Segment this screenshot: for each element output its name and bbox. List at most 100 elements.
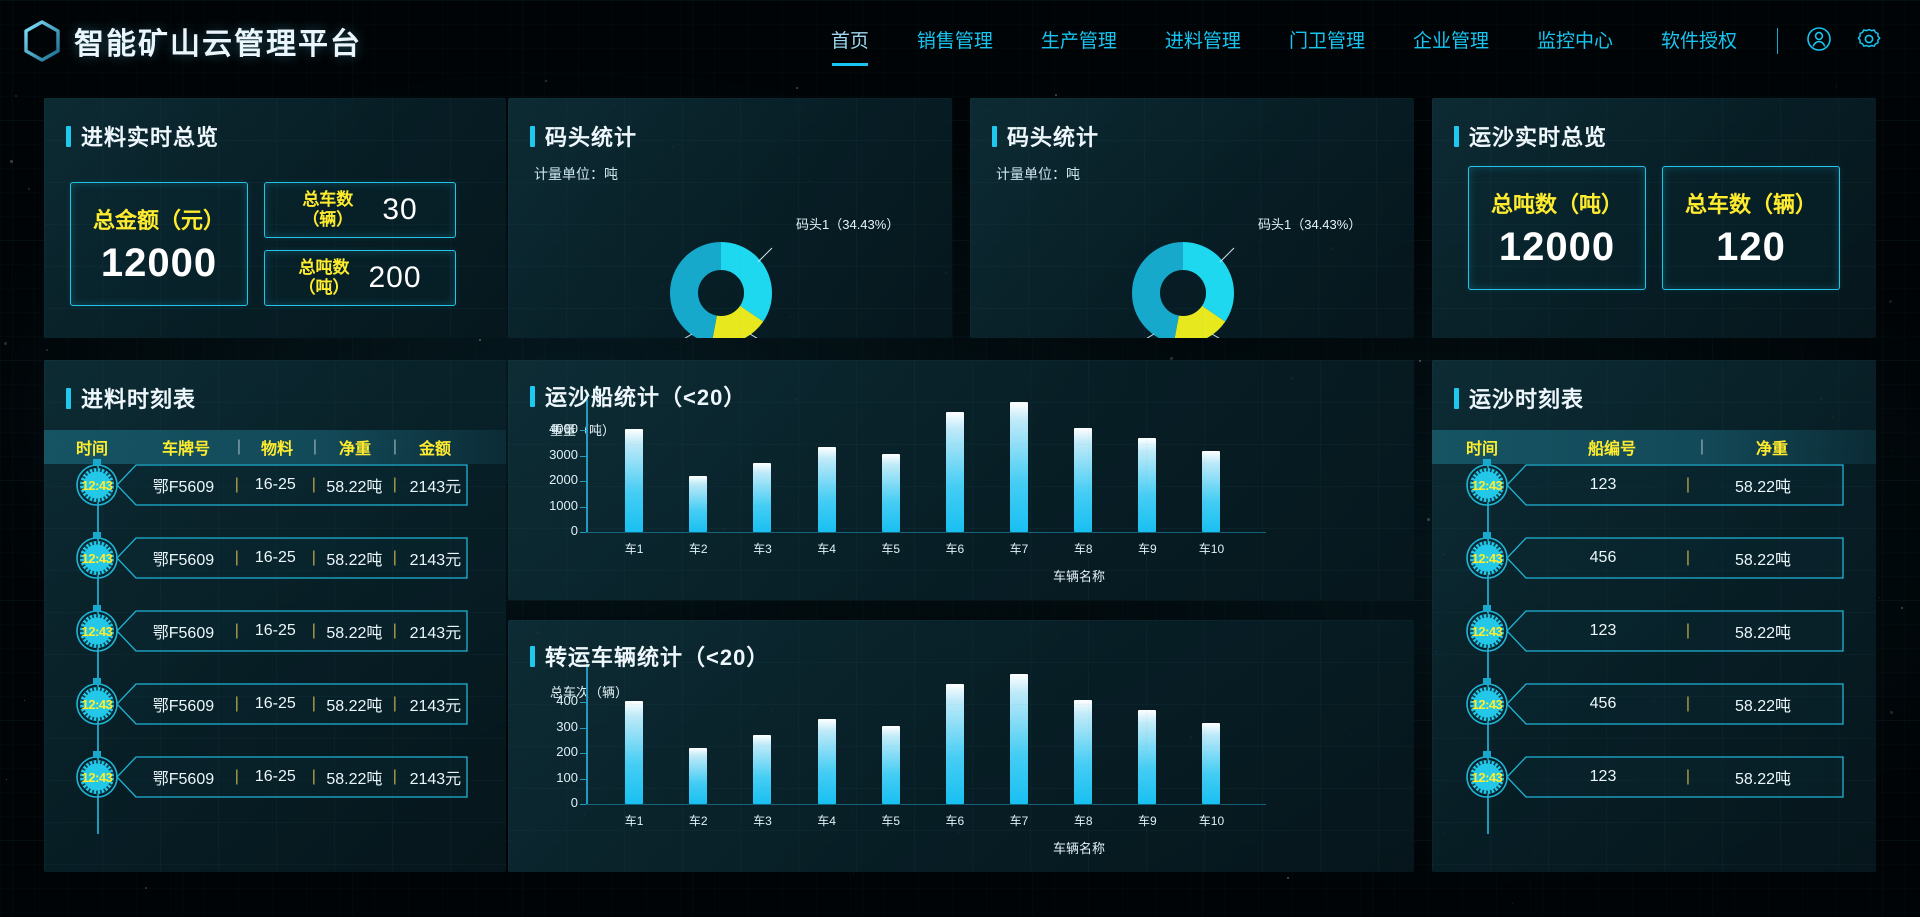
clock-icon: 12:43	[76, 605, 118, 652]
panel-title-sand-ship-chart: 运沙船统计（<20）	[530, 380, 1414, 412]
stat-sand-vehicles-label: 总车数（辆）	[1684, 191, 1817, 217]
x-tick-label: 车4	[817, 542, 836, 556]
bar[interactable]	[689, 476, 708, 532]
col-sep: |	[312, 438, 318, 455]
x-tick-label: 车2	[688, 542, 708, 556]
y-tick-mark	[580, 455, 586, 457]
cell-material: 16-25	[254, 768, 296, 785]
y-tick-label: 100	[556, 769, 578, 785]
nav-item-production[interactable]: 生产管理	[1041, 20, 1117, 63]
cell-weight: 58.22吨	[326, 552, 383, 569]
stat-total-amount-value: 12000	[100, 240, 218, 285]
bar[interactable]	[881, 454, 900, 532]
table-row[interactable]: 12:43 鄂F5609 | 16-25 | 58.22吨 | 2143元	[76, 678, 482, 725]
table-row[interactable]: 12:43 123 | 58.22吨	[1466, 459, 1858, 506]
title-accent-bar	[530, 645, 535, 667]
bar[interactable]	[1138, 438, 1157, 532]
stat-total-tonnage-label: 总吨数 （吨）	[298, 258, 350, 297]
pie-label-dock1: 码头1（34.43%）	[1258, 217, 1362, 232]
col-amount: 金额	[418, 441, 451, 458]
row-time: 12:43	[81, 477, 113, 493]
bar[interactable]	[1074, 427, 1093, 532]
stat-total-vehicles-label: 总车数 （辆）	[302, 190, 354, 229]
bar[interactable]	[945, 412, 964, 532]
gear-icon[interactable]	[1856, 26, 1882, 57]
donut-chart-dock-right: 码头1（34.43%） 码头2（17.09%） 码头3（18.44%）	[1108, 217, 1361, 338]
table-row[interactable]: 12:43 456 | 58.22吨	[1466, 678, 1858, 725]
bar[interactable]	[1010, 673, 1029, 804]
table-row[interactable]: 12:43 123 | 58.22吨	[1466, 751, 1858, 798]
nav-item-feeding[interactable]: 进料管理	[1165, 20, 1241, 63]
bar[interactable]	[1010, 401, 1029, 532]
row-time: 12:43	[81, 550, 113, 566]
bar[interactable]	[817, 447, 836, 532]
row-content: 鄂F5609 | 16-25 | 58.22吨 | 2143元	[116, 610, 468, 652]
y-axis	[586, 392, 588, 532]
nav-item-sales[interactable]: 销售管理	[917, 20, 993, 63]
bar[interactable]	[689, 748, 708, 804]
stat-sand-vehicles-value: 120	[1716, 224, 1786, 269]
table-row[interactable]: 12:43 456 | 58.22吨	[1466, 532, 1858, 579]
row-content: 456 | 58.22吨	[1506, 683, 1844, 725]
table-row[interactable]: 12:43 鄂F5609 | 16-25 | 58.22吨 | 2143元	[76, 605, 482, 652]
cell-sep: |	[392, 695, 397, 712]
bar[interactable]	[753, 734, 772, 804]
panel-feed-overview: 进料实时总览 总金额（元） 12000 总车数 （辆） 30 总吨数 （吨） 2…	[44, 98, 506, 338]
y-tick-label: 400	[556, 693, 578, 709]
nav-divider	[1777, 28, 1778, 54]
cell-sep: |	[392, 622, 397, 639]
clock-icon: 12:43	[1466, 678, 1508, 725]
panel-title-feed-overview: 进料实时总览	[66, 120, 506, 152]
cell-sep: |	[1685, 695, 1691, 712]
nav-item-enterprise[interactable]: 企业管理	[1413, 20, 1489, 63]
y-tick-mark	[580, 481, 586, 483]
nav-item-home[interactable]: 首页	[831, 20, 869, 63]
clock-icon: 12:43	[1466, 459, 1508, 506]
x-tick-label: 车3	[753, 814, 772, 828]
panel-sand-overview: 运沙实时总览 总吨数（吨） 12000 总车数（辆） 120	[1432, 98, 1876, 338]
cell-plate: 鄂F5609	[152, 771, 215, 788]
table-row[interactable]: 12:43 鄂F5609 | 16-25 | 58.22吨 | 2143元	[76, 751, 482, 798]
col-weight: 净重	[1755, 441, 1788, 458]
y-tick-mark	[580, 430, 586, 432]
bar[interactable]	[1202, 723, 1221, 804]
row-content: 123 | 58.22吨	[1506, 610, 1844, 652]
bar[interactable]	[1138, 710, 1157, 804]
cell-sep: |	[234, 622, 239, 639]
title-accent-bar	[1454, 125, 1459, 147]
bar[interactable]	[753, 462, 772, 532]
table-row[interactable]: 12:43 鄂F5609 | 16-25 | 58.22吨 | 2143元	[76, 532, 482, 579]
row-content: 456 | 58.22吨	[1506, 537, 1844, 579]
bar[interactable]	[1202, 451, 1221, 532]
nav-item-license[interactable]: 软件授权	[1661, 20, 1737, 63]
bar[interactable]	[881, 726, 900, 804]
cell-amount: 2143元	[409, 698, 462, 715]
bar[interactable]	[945, 684, 964, 804]
feed-schedule-header: 时间 车牌号 | 物料 | 净重 | 金额	[44, 430, 506, 464]
cell-material: 16-25	[254, 549, 296, 566]
bar[interactable]	[625, 428, 644, 532]
nav-item-monitoring[interactable]: 监控中心	[1537, 20, 1613, 63]
table-row[interactable]: 12:43 鄂F5609 | 16-25 | 58.22吨 | 2143元	[76, 459, 482, 506]
bar[interactable]	[625, 700, 644, 804]
pie-label-dock1: 码头1（34.43%）	[796, 217, 900, 232]
dashboard-root: 智能矿山云管理平台 首页 销售管理 生产管理 进料管理 门卫管理 企业管理 监控…	[0, 0, 1920, 917]
title-accent-bar	[530, 385, 535, 407]
col-material: 物料	[260, 441, 293, 458]
cell-sep: |	[311, 768, 316, 785]
bar[interactable]	[1074, 699, 1093, 804]
table-row[interactable]: 12:43 123 | 58.22吨	[1466, 605, 1858, 652]
bar[interactable]	[817, 719, 836, 804]
cell-plate: 鄂F5609	[152, 625, 215, 642]
cell-sep: |	[311, 476, 316, 493]
row-content: 123 | 58.22吨	[1506, 756, 1844, 798]
nav-item-gate[interactable]: 门卫管理	[1289, 20, 1365, 63]
clock-icon: 12:43	[1466, 751, 1508, 798]
y-tick-mark	[580, 702, 586, 704]
user-icon[interactable]	[1806, 26, 1832, 57]
app-header: 智能矿山云管理平台 首页 销售管理 生产管理 进料管理 门卫管理 企业管理 监控…	[0, 0, 1920, 82]
col-sep: |	[392, 438, 398, 455]
stat-total-tonnage: 总吨数 （吨） 200	[264, 250, 456, 306]
x-tick-label: 车6	[945, 542, 965, 556]
cell-sep: |	[392, 549, 397, 566]
